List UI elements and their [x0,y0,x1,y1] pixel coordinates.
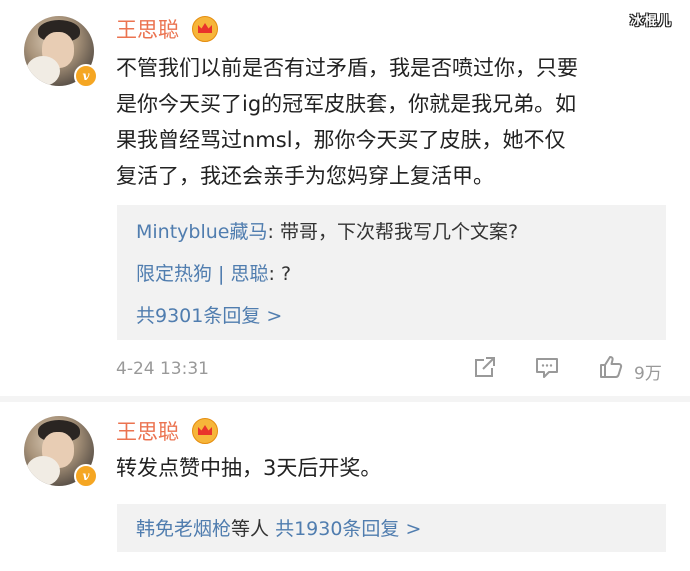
reply-item[interactable]: 限定热狗 | 思聪: ? [136,259,291,286]
reply-text: 带哥，下次帮我写几个文案? [279,221,519,243]
reply-item[interactable]: Mintyblue藏马: 带哥，下次帮我写几个文案? [136,217,518,244]
share-icon[interactable] [472,354,498,380]
comment-icon[interactable] [534,354,560,380]
comment-item: v 王思聪 不管我们以前是否有过矛盾，我是否喷过你，只要 是你今天买了ig的冠军… [0,0,690,397]
more-replies-link[interactable]: 共9301条回复 > [136,301,282,328]
reply-box[interactable]: 韩免老烟枪等人 共1930条回复 > [117,504,666,552]
reply-text: ? [280,263,292,285]
username[interactable]: 王思聪 [116,14,179,44]
comment-item: v 王思聪 转发点赞中抽，3天后开奖。 韩免老烟枪等人 共1930条回复 > [0,402,690,571]
reply-author[interactable]: 韩免老烟枪 [136,518,231,540]
reply-target[interactable]: 思聪 [231,263,269,285]
verified-v-icon: v [74,464,98,488]
like-count: 9万 [634,364,662,384]
reply-author[interactable]: 限定热狗 [136,263,212,285]
reply-count[interactable]: 共1930条回复 > [275,518,421,540]
comment-text: 不管我们以前是否有过矛盾，我是否喷过你，只要 是你今天买了ig的冠军皮肤套，你就… [116,56,578,188]
crown-badge-icon[interactable] [192,418,218,444]
comment-text: 转发点赞中抽，3天后开奖。 [116,456,382,480]
more-replies-link[interactable]: 韩免老烟枪等人 共1930条回复 > [136,514,421,541]
thumbs-up-icon[interactable] [598,354,624,380]
reply-box[interactable]: Mintyblue藏马: 带哥，下次帮我写几个文案? 限定热狗 | 思聪: ? … [117,205,666,340]
reply-summary-text: 等人 [231,518,270,540]
username[interactable]: 王思聪 [116,416,179,446]
crown-badge-icon[interactable] [192,16,218,42]
timestamp: 4-24 13:31 [116,359,209,379]
verified-v-icon: v [74,64,98,88]
reply-author[interactable]: Mintyblue藏马 [136,221,267,243]
